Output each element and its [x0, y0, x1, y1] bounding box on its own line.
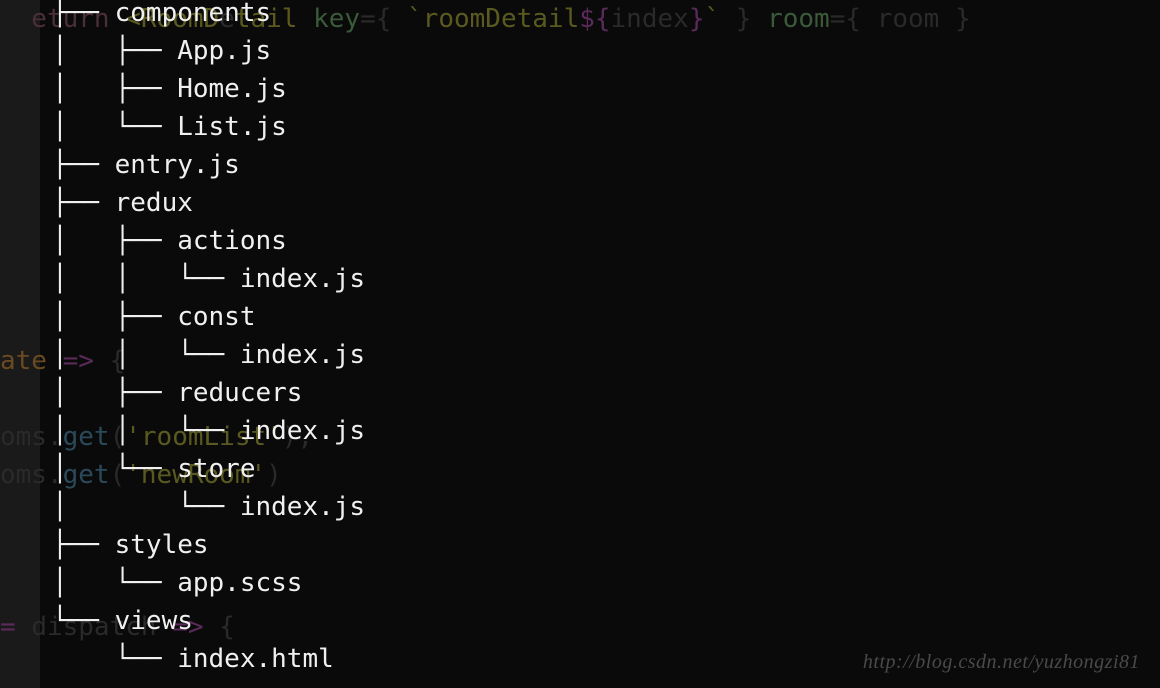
tree-line: │ └── store — [52, 450, 365, 488]
editor-viewport: eturn <RoomDetail key={ `roomDetail${ind… — [0, 0, 1160, 688]
tree-line: ├── styles — [52, 526, 365, 564]
tree-line: └── views — [52, 602, 365, 640]
tree-line: │ ├── reducers — [52, 374, 365, 412]
tree-line: │ │ └── index.js — [52, 336, 365, 374]
watermark-text: http://blog.csdn.net/yuzhongzi81 — [863, 651, 1140, 674]
tree-line: │ │ └── index.js — [52, 260, 365, 298]
tree-line: ├── components — [52, 0, 365, 32]
tree-line: │ ├── const — [52, 298, 365, 336]
tree-line: ├── redux — [52, 184, 365, 222]
tree-line: ├── entry.js — [52, 146, 365, 184]
tree-line: │ ├── App.js — [52, 32, 365, 70]
tree-line: │ └── index.js — [52, 488, 365, 526]
tree-line: │ ├── actions — [52, 222, 365, 260]
line-gutter — [0, 0, 40, 688]
tree-line: └── index.html — [52, 640, 365, 678]
directory-tree: ├── components│ ├── App.js│ ├── Home.js│… — [52, 0, 365, 678]
tree-line: │ └── List.js — [52, 108, 365, 146]
ghost-code-line: > { — [0, 684, 1160, 688]
tree-line: │ ├── Home.js — [52, 70, 365, 108]
tree-line: │ └── app.scss — [52, 564, 365, 602]
tree-line: │ │ └── index.js — [52, 412, 365, 450]
